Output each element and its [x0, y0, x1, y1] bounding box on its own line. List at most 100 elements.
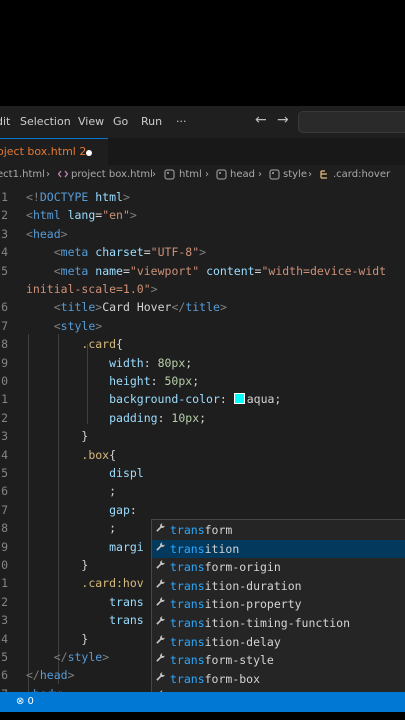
code-line: <head>: [26, 227, 68, 241]
line-number: 4: [1, 245, 8, 260]
breadcrumb-item[interactable]: html: [179, 169, 202, 180]
code-token: "viewport": [129, 263, 200, 278]
code-token: trans: [109, 613, 144, 628]
code-token: ;: [199, 410, 207, 425]
code-token: html: [32, 208, 61, 223]
code-token: }: [26, 558, 89, 572]
menu-selection[interactable]: Selection: [20, 115, 71, 128]
line-number: 4: [1, 631, 8, 646]
breadcrumb-item[interactable]: head: [230, 169, 255, 180]
code-token: <: [53, 263, 61, 278]
suggestion-item[interactable]: transform-style: [152, 651, 405, 669]
menu-view[interactable]: View: [78, 115, 104, 128]
line-number: 5: [1, 466, 8, 480]
back-arrow-icon[interactable]: ←: [255, 112, 267, 128]
code-token: style: [60, 318, 96, 333]
wrench-icon: [155, 559, 166, 573]
line-number: 0: [1, 558, 8, 572]
code-line: background-color: aqua;: [26, 392, 281, 406]
code-token: ;: [185, 355, 193, 370]
code-token: width: [109, 355, 144, 370]
suggestion-label: transition-delay: [170, 634, 281, 649]
line-number: 8: [1, 337, 8, 352]
suggestion-item[interactable]: transition-timing-function: [152, 614, 405, 632]
suggestion-item[interactable]: transform: [152, 521, 405, 539]
code-token: style: [67, 650, 103, 664]
code-token: </: [26, 668, 40, 683]
code-token: >: [199, 245, 207, 260]
code-line: </style>: [26, 650, 109, 664]
code-token: margi: [109, 539, 144, 554]
unsaved-dot-icon[interactable]: [86, 150, 92, 156]
suggestion-label: transform: [170, 523, 233, 537]
suggestion-item[interactable]: transform-box: [152, 670, 405, 688]
menu-more[interactable]: ···: [176, 115, 187, 128]
forward-arrow-icon[interactable]: →: [277, 112, 289, 128]
code-token: Card Hover: [102, 300, 172, 315]
menu-edit[interactable]: dit: [0, 115, 10, 128]
code-token: initial-scale=1.0": [26, 282, 151, 296]
suggestion-item[interactable]: transform-origin: [152, 558, 405, 576]
code-token: title: [185, 300, 220, 315]
code-token: lang: [60, 208, 96, 223]
line-number: 9: [1, 355, 8, 370]
code-token: >: [95, 318, 103, 333]
color-swatch-icon[interactable]: [233, 393, 245, 405]
wrench-icon: [155, 522, 166, 536]
code-token: head: [39, 668, 68, 683]
breadcrumb-item[interactable]: style: [283, 169, 307, 180]
suggestion-label: transition-duration: [170, 578, 302, 593]
code-line: <title>Card Hover</title>: [26, 300, 227, 314]
code-token: </: [53, 650, 68, 664]
suggestion-label: transition: [170, 541, 240, 556]
code-token: ;: [26, 484, 117, 499]
suggestion-item[interactable]: transition-duration: [152, 577, 405, 595]
suggestion-label: transform-style: [170, 653, 274, 668]
suggestion-item[interactable]: transition-delay: [152, 633, 405, 651]
line-number: 5: [1, 263, 8, 278]
wrench-icon: [155, 541, 166, 555]
line-number: 9: [1, 539, 8, 554]
line-number: 1: [1, 190, 8, 204]
code-line: </head>: [26, 668, 75, 682]
code-token: aqua;: [246, 392, 282, 407]
tab-project-box[interactable]: oject box.html 2: [0, 138, 108, 165]
line-number: 0: [1, 374, 8, 388]
tag-icon: [269, 169, 280, 183]
suggestion-item[interactable]: transition: [152, 539, 405, 558]
code-token: :: [157, 410, 172, 425]
code-token: .card:hov: [81, 576, 144, 591]
breadcrumb-item[interactable]: .card:hover: [333, 169, 390, 180]
wrench-icon: [155, 652, 166, 666]
menu-go[interactable]: Go: [113, 115, 128, 128]
code-token: 10px: [171, 410, 200, 425]
command-center-search[interactable]: [298, 111, 405, 133]
code-token: gap: [109, 502, 130, 517]
autocomplete-suggestions: transform transition transform-origin trans…: [151, 519, 405, 712]
line-number: 7: [1, 502, 8, 517]
code-token: :: [219, 392, 234, 407]
breadcrumb-item[interactable]: project box.html: [71, 169, 153, 180]
suggestion-item[interactable]: transition-property: [152, 595, 405, 613]
menu-bar: dit Selection View Go Run ··· ← →: [0, 106, 405, 136]
problems-status[interactable]: ⊗ 0: [16, 696, 34, 707]
breadcrumb-item[interactable]: ect1.html: [0, 169, 45, 180]
code-line: gap:: [26, 503, 137, 517]
code-token: <!: [26, 190, 40, 204]
code-token: }: [26, 429, 89, 444]
line-number: 1: [1, 392, 8, 407]
code-token: {: [116, 337, 123, 352]
menu-run[interactable]: Run: [141, 115, 162, 128]
code-token: >: [150, 282, 158, 296]
code-token: }: [26, 631, 89, 646]
code-token: meta: [60, 245, 89, 260]
code-token: ;: [26, 521, 117, 536]
